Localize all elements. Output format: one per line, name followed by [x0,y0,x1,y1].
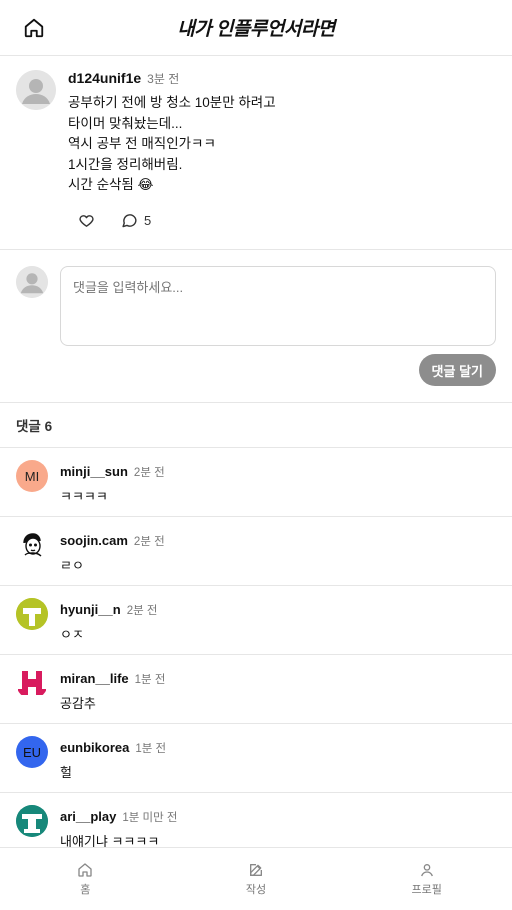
comment-avatar[interactable] [16,529,48,561]
comment-input[interactable] [60,266,496,346]
comment-meta: hyunji__n 2분 전 [60,601,157,619]
post-time: 3분 전 [147,72,180,86]
comment-item: MI minji__sun 2분 전 ㅋㅋㅋㅋ [0,448,512,517]
comment-count: 5 [144,213,152,228]
page-title: 내가 인플루언서라면 [177,19,335,40]
comment-avatar[interactable] [16,805,48,837]
submit-comment-button[interactable]: 댓글 달기 [418,354,496,386]
comment-meta: eunbikorea 1분 전 [60,739,166,757]
post-body: 공부하기 전에 방 청소 10분만 하려고 타이머 맞춰놨는데... 역시 공부… [68,93,276,196]
avatar-initials: MI [24,468,40,484]
user-icon [420,863,433,876]
post-text-line: 1시간을 정리해버림. [68,156,183,172]
comment-time: 1분 미만 전 [122,812,178,824]
comment-count-button[interactable]: 5 [121,212,151,229]
post-text-line: 시간 순삭됨 😂 [68,177,154,192]
comment-time: 2분 전 [133,536,165,548]
edit-icon [250,863,262,876]
nav-home-label: 홈 [80,883,91,896]
comment-meta: miran__life 1분 전 [60,670,165,688]
nav-write[interactable]: 작성 [171,848,342,910]
comment-username[interactable]: hyunji__n [60,602,121,617]
pattern-avatar-icon [18,671,46,695]
home-icon [24,18,44,38]
comment-item: hyunji__n 2분 전 ㅇㅈ [0,586,512,655]
bottom-nav: 홈 작성 프로필 [0,847,512,910]
nav-write-label: 작성 [245,883,267,896]
comments-count-label: 댓글 6 [16,419,53,434]
post-author-avatar[interactable] [16,70,56,110]
comment-username[interactable]: miran__life [60,671,129,686]
pattern-avatar-icon [16,598,48,630]
current-user-avatar [16,266,48,298]
comment-avatar[interactable]: MI [16,460,48,492]
post-username[interactable]: d124unif1e [68,70,141,86]
comment-item: EU eunbikorea 1분 전 헐 [0,724,512,793]
default-user-icon [16,70,56,110]
like-button[interactable] [78,212,95,229]
default-user-icon [16,266,48,298]
post-text-line: 역시 공부 전 매직인가ㅋㅋ [68,136,216,151]
comment-meta: ari__play 1분 미만 전 [60,808,177,826]
comment-username[interactable]: ari__play [60,809,116,824]
post-text-line: 타이머 맞춰놨는데... [68,115,183,131]
heart-icon [79,215,94,227]
comment-text: 공감추 [60,696,96,711]
comment-text: ㅋㅋㅋㅋ [60,489,108,504]
comment-item: miran__life 1분 전 공감추 [0,655,512,724]
comment-item: soojin.cam 2분 전 ㄹㅇ [0,517,512,586]
comment-meta: minji__sun 2분 전 [60,463,165,481]
comment-time: 2분 전 [126,605,158,617]
comment-username[interactable]: minji__sun [60,464,128,479]
comment-avatar[interactable]: EU [16,736,48,768]
home-icon [78,862,92,877]
comments-header: 댓글 6 [0,403,512,448]
app-header: 내가 인플루언서라면 [0,0,512,56]
comment-text: ㅇㅈ [60,627,84,642]
nav-profile-label: 프로필 [411,883,442,896]
comment-time: 1분 전 [135,743,167,755]
post-meta: d124unif1e 3분 전 [68,70,179,88]
comment-username[interactable]: eunbikorea [60,740,129,755]
comment-username[interactable]: soojin.cam [60,533,128,548]
pattern-avatar-icon [16,805,48,837]
comment-icon [122,214,137,228]
post-text-line: 공부하기 전에 방 청소 10분만 하려고 [68,95,276,110]
nav-home[interactable]: 홈 [0,848,171,910]
comment-text: ㄹㅇ [60,558,84,573]
post-actions: 5 [78,212,151,229]
comment-time: 1분 전 [134,674,166,686]
face-sketch-icon [23,533,42,557]
comment-meta: soojin.cam 2분 전 [60,532,165,550]
comment-avatar[interactable] [16,667,48,699]
avatar-initials: EU [22,744,42,760]
nav-profile[interactable]: 프로필 [341,848,512,910]
comment-form: 댓글 달기 [0,250,512,403]
comment-avatar[interactable] [16,598,48,630]
comment-text: 헐 [60,765,72,780]
home-button[interactable] [22,16,46,40]
comment-time: 2분 전 [133,467,165,479]
